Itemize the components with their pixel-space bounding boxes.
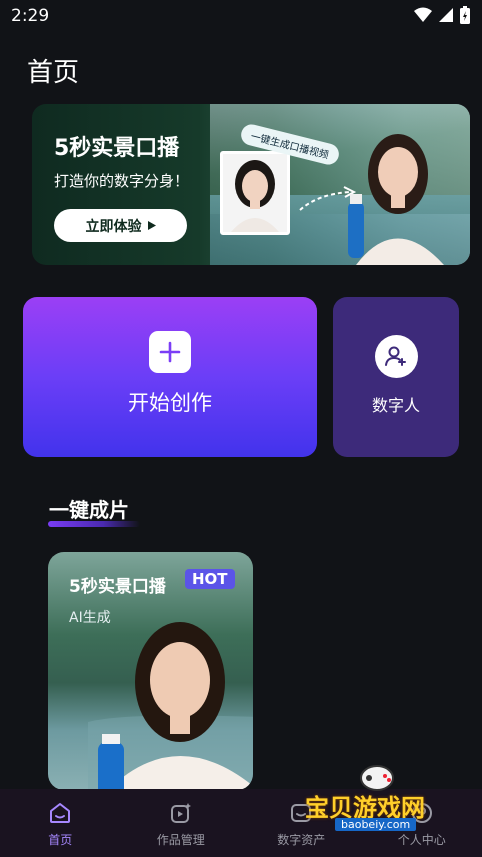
start-creating-card[interactable]: 开始创作 xyxy=(23,297,317,457)
nav-label-works: 作品管理 xyxy=(156,833,205,847)
hot-badge: HOT xyxy=(185,569,235,589)
template-card[interactable]: 5秒实景口播 HOT AI生成 xyxy=(48,552,253,790)
add-person-icon xyxy=(374,334,418,378)
template-subtitle: AI生成 xyxy=(69,610,111,626)
digital-human-label: 数字人 xyxy=(371,395,420,415)
nav-item-home[interactable]: 首页 xyxy=(0,789,121,857)
nav-item-works[interactable]: 作品管理 xyxy=(121,789,242,857)
home-icon xyxy=(50,803,71,823)
watermark-url: baobeiy.com xyxy=(335,818,417,831)
template-preview-illustration xyxy=(88,622,253,790)
promo-banner[interactable]: 5秒实景口播 打造你的数字分身！ 立即体验 一键生成口播视频 xyxy=(32,104,470,265)
plus-icon xyxy=(149,331,191,373)
status-bar: 2:29 xyxy=(0,0,482,32)
signal-icon xyxy=(439,8,453,22)
page-title: 首页 xyxy=(27,58,80,88)
portrait-illustration xyxy=(223,154,287,232)
site-watermark: 宝贝游戏网 baobeiy.com xyxy=(305,762,455,834)
try-now-label: 立即体验 xyxy=(85,218,142,235)
status-icons xyxy=(414,6,470,24)
section-underline xyxy=(48,521,140,527)
start-creating-label: 开始创作 xyxy=(128,391,212,415)
template-title: 5秒实景口播 xyxy=(69,577,166,597)
wifi-icon xyxy=(414,7,432,22)
digital-human-card[interactable]: 数字人 xyxy=(333,297,459,457)
play-triangle-icon xyxy=(147,221,156,230)
presenter-illustration xyxy=(348,134,444,265)
portrait-photo xyxy=(220,151,290,235)
banner-subtitle: 打造你的数字分身！ xyxy=(54,172,190,190)
try-now-button[interactable]: 立即体验 xyxy=(54,209,187,242)
battery-icon xyxy=(460,6,470,24)
nav-label-home: 首页 xyxy=(48,833,73,847)
status-time: 2:29 xyxy=(11,6,50,26)
banner-title: 5秒实景口播 xyxy=(54,136,180,161)
section-title: 一键成片 xyxy=(49,498,129,522)
video-manage-icon xyxy=(170,803,191,823)
